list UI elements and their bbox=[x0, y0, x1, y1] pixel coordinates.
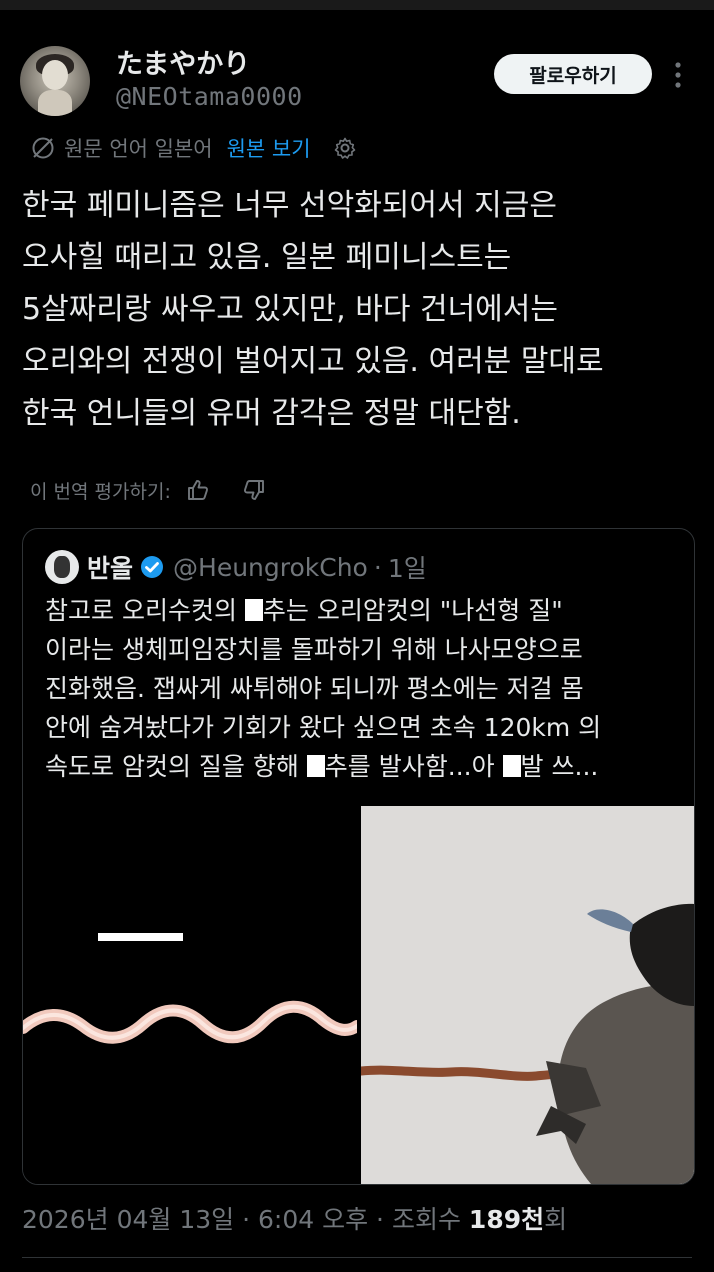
original-language-label: 원문 언어 일본어 bbox=[64, 137, 213, 161]
censor-block bbox=[244, 599, 263, 621]
quoted-text-line5c: 발 쓰... bbox=[520, 752, 599, 781]
quoted-text-line2: 이라는 생체피임장치를 돌파하기 위해 나사모양으로 bbox=[45, 635, 583, 664]
translate-globe-icon bbox=[32, 137, 54, 159]
more-vertical-icon[interactable] bbox=[670, 60, 686, 90]
tweet-stats: 2026년 04월 13일 · 6:04 오후 · 조회수 189천회 bbox=[22, 1200, 567, 1236]
verified-badge-icon bbox=[141, 556, 164, 578]
quoted-text-line4: 안에 숨겨놨다가 기회가 왔다 싶으면 초속 120km 의 bbox=[45, 713, 602, 742]
stats-separator: · bbox=[376, 1205, 384, 1234]
tweet-time[interactable]: 6:04 오후 bbox=[258, 1205, 368, 1234]
quoted-tweet-header: 반올 @HeungrokCho · 1일 bbox=[45, 547, 427, 587]
quoted-tweet-text: 참고로 오리수컷의 추는 오리암컷의 "나선형 질" 이라는 생체피임장치를 돌… bbox=[45, 591, 685, 786]
translation-info: 원문 언어 일본어 원본 보기 bbox=[30, 130, 357, 166]
thumbs-down-icon[interactable] bbox=[241, 477, 267, 503]
media-image-spiral[interactable] bbox=[23, 806, 363, 1184]
author-display-name[interactable]: たまやかり bbox=[116, 42, 250, 81]
views-label: 조회수 bbox=[391, 1205, 461, 1234]
follow-button[interactable]: 팔로우하기 bbox=[494, 54, 652, 94]
rate-translation: 이 번역 평가하기: bbox=[30, 474, 267, 506]
censor-block bbox=[502, 755, 521, 777]
divider bbox=[22, 1257, 692, 1258]
quoted-text-line1a: 참고로 오리수컷의 bbox=[45, 596, 245, 625]
thumbs-up-icon[interactable] bbox=[185, 477, 211, 503]
tweet-text: 한국 페미니즘은 너무 선악화되어서 지금은 오사힐 때리고 있음. 일본 페미… bbox=[22, 188, 604, 431]
stats-separator: · bbox=[242, 1205, 251, 1234]
tweet-header: たまやかり @NEOtama0000 팔로우하기 bbox=[0, 40, 714, 120]
author-avatar[interactable] bbox=[20, 46, 90, 116]
quoted-author-avatar[interactable] bbox=[45, 550, 79, 584]
rate-translation-label: 이 번역 평가하기: bbox=[30, 480, 171, 503]
quoted-separator: · bbox=[373, 552, 382, 582]
quoted-author-handle[interactable]: @HeungrokCho bbox=[173, 553, 368, 582]
gear-icon[interactable] bbox=[333, 136, 357, 160]
quoted-text-line5b: 추를 발사함...아 bbox=[324, 752, 503, 781]
quoted-text-line5a: 속도로 암컷의 질을 향해 bbox=[45, 752, 307, 781]
tweet-date[interactable]: 2026년 04월 13일 bbox=[22, 1205, 234, 1234]
quoted-text-line1b: 추는 오리암컷의 "나선형 질" bbox=[262, 596, 563, 625]
quoted-author-name[interactable]: 반올 bbox=[87, 549, 133, 585]
status-bar bbox=[0, 0, 714, 10]
media-image-duck[interactable] bbox=[361, 806, 694, 1184]
quoted-time[interactable]: 1일 bbox=[388, 549, 427, 585]
author-handle[interactable]: @NEOtama0000 bbox=[116, 82, 303, 111]
views-suffix: 회 bbox=[544, 1205, 568, 1234]
views-count[interactable]: 189천 bbox=[469, 1205, 544, 1234]
quoted-tweet[interactable]: 반올 @HeungrokCho · 1일 참고로 오리수컷의 추는 오리암컷의 … bbox=[22, 528, 695, 1185]
view-original-link[interactable]: 원본 보기 bbox=[227, 133, 311, 163]
quoted-text-line3: 진화했음. 잽싸게 싸튀해야 되니까 평소에는 저걸 몸 bbox=[45, 674, 584, 703]
censor-block bbox=[306, 755, 325, 777]
